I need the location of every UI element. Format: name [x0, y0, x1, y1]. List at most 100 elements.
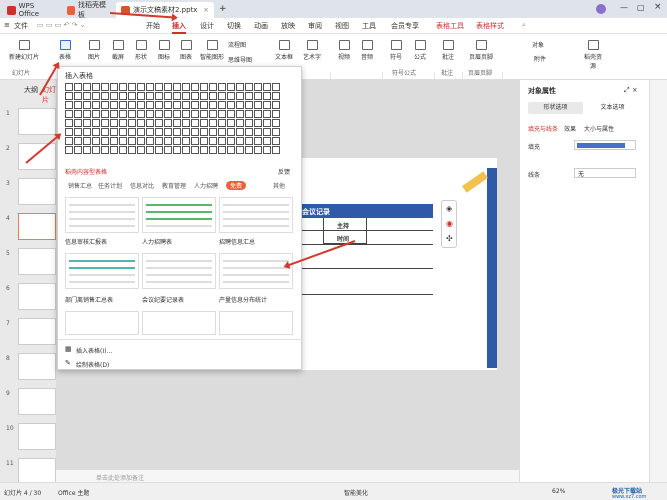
outline-tab[interactable]: 大纲 — [24, 85, 38, 95]
grid-cell[interactable] — [83, 128, 91, 136]
grid-cell[interactable] — [200, 119, 208, 127]
effect-tab[interactable]: 效果 — [564, 124, 576, 133]
close-window-icon[interactable]: × — [654, 2, 662, 12]
grid-cell[interactable] — [173, 110, 181, 118]
grid-cell[interactable] — [236, 110, 244, 118]
meeting-table[interactable]: 主持 时间 — [297, 218, 433, 298]
grid-cell[interactable] — [245, 92, 253, 100]
panel-pin-icon[interactable]: ⤢ × — [624, 86, 638, 95]
notes-area[interactable]: 单击此处添加备注 — [56, 470, 519, 482]
grid-cell[interactable] — [272, 92, 280, 100]
grid-cell[interactable] — [173, 101, 181, 109]
grid-cell[interactable] — [83, 137, 91, 145]
smart-beautify-button[interactable]: 智能美化 — [344, 488, 368, 497]
grid-cell[interactable] — [65, 146, 73, 154]
shape-button[interactable]: 形状 — [131, 40, 151, 61]
grid-cell[interactable] — [110, 128, 118, 136]
template-card[interactable] — [219, 197, 293, 233]
grid-cell[interactable] — [209, 146, 217, 154]
grid-cell[interactable] — [227, 128, 235, 136]
category-tab[interactable]: 任务计划 — [98, 181, 122, 190]
template-card[interactable] — [219, 253, 293, 289]
grid-cell[interactable] — [182, 101, 190, 109]
grid-cell[interactable] — [137, 101, 145, 109]
grid-cell[interactable] — [254, 101, 262, 109]
grid-cell[interactable] — [209, 101, 217, 109]
template-card[interactable] — [65, 311, 139, 335]
grid-cell[interactable] — [83, 92, 91, 100]
grid-cell[interactable] — [137, 128, 145, 136]
menu-slideshow[interactable]: 放映 — [281, 21, 295, 31]
category-tab[interactable]: 销售汇总 — [68, 181, 92, 190]
grid-cell[interactable] — [191, 110, 199, 118]
chart-button[interactable]: 图表 — [176, 40, 196, 61]
feedback-link[interactable]: 反馈 — [278, 167, 290, 176]
size-tab[interactable]: 大小与属性 — [584, 124, 614, 133]
grid-cell[interactable] — [92, 83, 100, 91]
slide-thumbnail[interactable] — [18, 108, 56, 135]
grid-cell[interactable] — [65, 110, 73, 118]
formula-button[interactable]: 公式 — [410, 40, 430, 61]
grid-cell[interactable] — [128, 137, 136, 145]
grid-cell[interactable] — [236, 146, 244, 154]
grid-cell[interactable] — [92, 119, 100, 127]
grid-cell[interactable] — [101, 110, 109, 118]
grid-cell[interactable] — [119, 101, 127, 109]
minimize-icon[interactable]: — — [620, 3, 628, 12]
template-card[interactable] — [142, 311, 216, 335]
grid-cell[interactable] — [254, 83, 262, 91]
grid-cell[interactable] — [263, 119, 271, 127]
grid-cell[interactable] — [263, 137, 271, 145]
grid-cell[interactable] — [263, 83, 271, 91]
grid-cell[interactable] — [101, 137, 109, 145]
grid-cell[interactable] — [209, 119, 217, 127]
grid-cell[interactable] — [200, 137, 208, 145]
grid-cell[interactable] — [236, 92, 244, 100]
grid-cell[interactable] — [110, 146, 118, 154]
grid-cell[interactable] — [119, 146, 127, 154]
grid-cell[interactable] — [128, 146, 136, 154]
grid-cell[interactable] — [164, 101, 172, 109]
grid-cell[interactable] — [200, 92, 208, 100]
object-button[interactable]: 对象 — [526, 40, 550, 49]
grid-cell[interactable] — [209, 128, 217, 136]
slide-thumbnail[interactable] — [18, 283, 56, 310]
grid-cell[interactable] — [263, 128, 271, 136]
grid-cell[interactable] — [164, 128, 172, 136]
search-icon[interactable]: ⌕ — [522, 21, 526, 30]
grid-cell[interactable] — [191, 92, 199, 100]
grid-cell[interactable] — [164, 83, 172, 91]
grid-cell[interactable] — [254, 92, 262, 100]
grid-cell[interactable] — [92, 128, 100, 136]
menu-view[interactable]: 视图 — [335, 21, 349, 31]
grid-cell[interactable] — [245, 101, 253, 109]
grid-cell[interactable] — [146, 110, 154, 118]
screenshot-button[interactable]: 截屏 — [108, 40, 128, 61]
grid-cell[interactable] — [110, 92, 118, 100]
grid-cell[interactable] — [218, 83, 226, 91]
template-card[interactable] — [142, 253, 216, 289]
grid-cell[interactable] — [74, 146, 82, 154]
slide-thumbnail[interactable] — [18, 318, 56, 345]
grid-cell[interactable] — [137, 92, 145, 100]
menu-review[interactable]: 审阅 — [308, 21, 322, 31]
grid-cell[interactable] — [155, 137, 163, 145]
grid-cell[interactable] — [173, 146, 181, 154]
grid-cell[interactable] — [245, 137, 253, 145]
slide-thumbnail[interactable] — [18, 423, 56, 450]
grid-cell[interactable] — [209, 83, 217, 91]
grid-cell[interactable] — [254, 110, 262, 118]
grid-cell[interactable] — [92, 137, 100, 145]
grid-cell[interactable] — [245, 110, 253, 118]
grid-cell[interactable] — [128, 110, 136, 118]
grid-cell[interactable] — [191, 83, 199, 91]
grid-cell[interactable] — [110, 119, 118, 127]
grid-cell[interactable] — [74, 110, 82, 118]
template-card[interactable] — [65, 253, 139, 289]
grid-cell[interactable] — [164, 146, 172, 154]
menu-tools[interactable]: 工具 — [362, 21, 376, 31]
grid-cell[interactable] — [182, 146, 190, 154]
grid-cell[interactable] — [137, 119, 145, 127]
template-card[interactable] — [219, 311, 293, 335]
grid-cell[interactable] — [182, 128, 190, 136]
